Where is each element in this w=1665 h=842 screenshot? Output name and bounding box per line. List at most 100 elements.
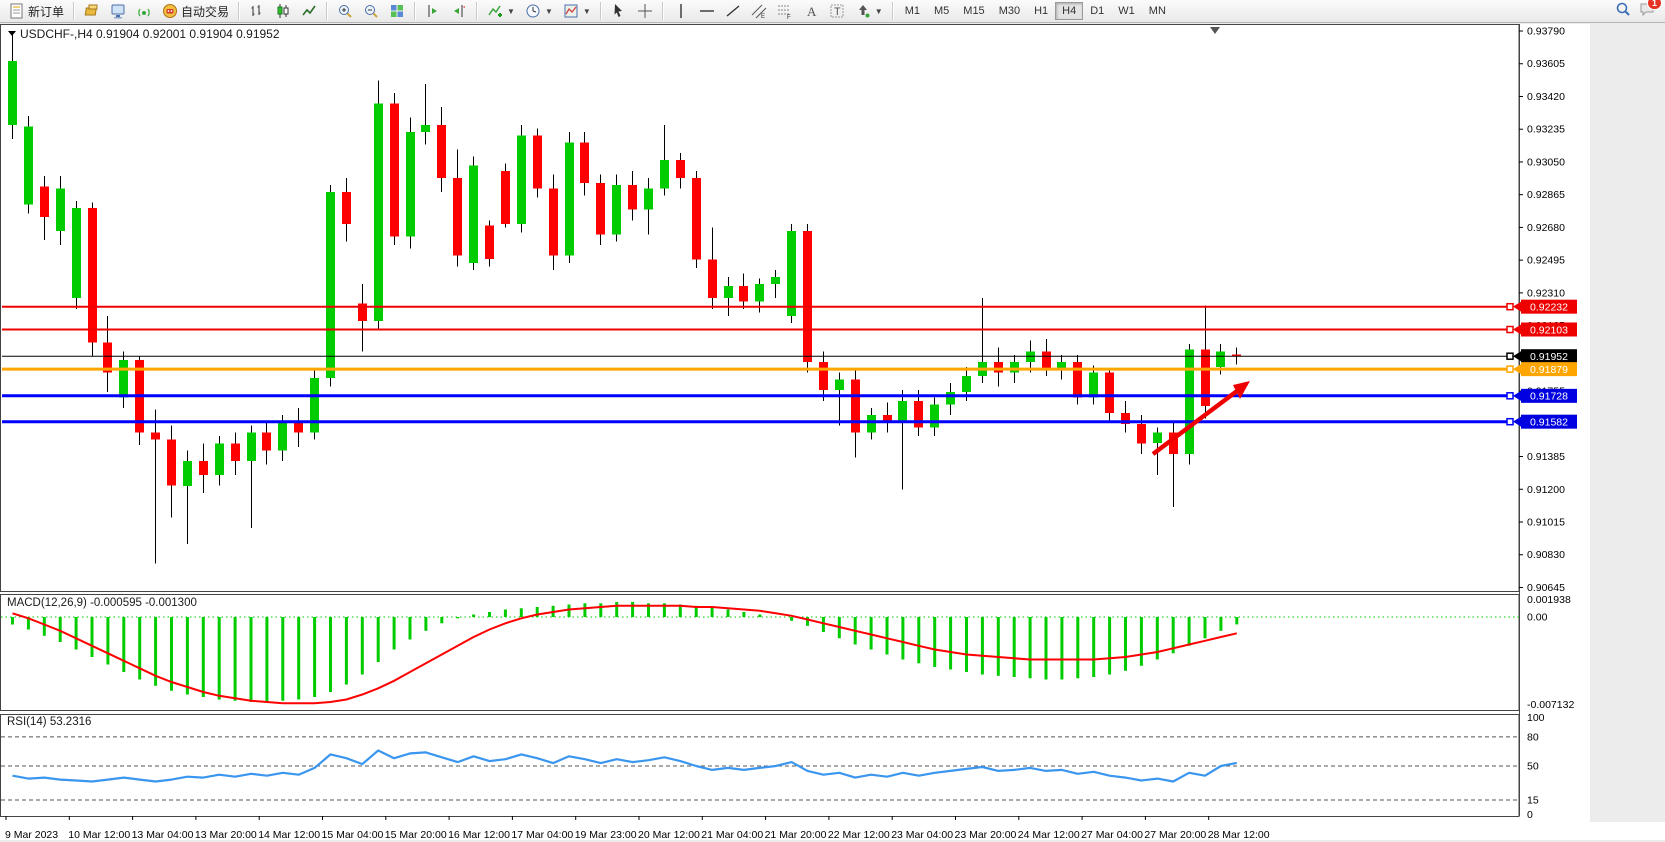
line-handle[interactable]: [1507, 419, 1513, 425]
tile-windows-button[interactable]: [384, 2, 410, 20]
zoomin-icon: [337, 3, 353, 19]
market-watch-button[interactable]: [79, 2, 105, 20]
timeframe-m1[interactable]: M1: [898, 2, 927, 20]
candle-body: [1153, 433, 1162, 444]
text-button[interactable]: A: [798, 2, 824, 20]
time-tick-label: 17 Mar 04:00: [511, 829, 573, 841]
candles-icon: [275, 3, 291, 19]
timeframe-m15[interactable]: M15: [956, 2, 991, 20]
timeframe-h4[interactable]: H4: [1055, 2, 1083, 20]
terminal-button[interactable]: [105, 2, 131, 20]
candle-body: [167, 440, 176, 486]
price-badge-label: 0.91879: [1530, 364, 1568, 376]
search-button[interactable]: [1615, 1, 1631, 22]
timeframe-mn[interactable]: MN: [1142, 2, 1173, 20]
toolbar-separator: [414, 2, 416, 20]
candle-body: [326, 192, 335, 378]
timeframe-m30[interactable]: M30: [992, 2, 1027, 20]
time-tick-label: 14 Mar 12:00: [258, 829, 320, 841]
fibonacci-button[interactable]: F: [772, 2, 798, 20]
candle-body: [962, 376, 971, 392]
line-handle[interactable]: [1507, 304, 1513, 310]
candle-body: [930, 404, 939, 427]
dropdown-caret-icon[interactable]: ▼: [875, 7, 883, 16]
price-badge-label: 0.91952: [1530, 351, 1568, 363]
dropdown-caret-icon[interactable]: ▼: [583, 7, 591, 16]
vertical-line-button[interactable]: [668, 2, 694, 20]
toolbar-group: ▼ ▼ ▼: [482, 0, 596, 22]
toolbar-group: [606, 0, 658, 22]
price-tick-label: 0.92680: [1527, 222, 1565, 234]
price-badge-label: 0.92232: [1530, 301, 1568, 313]
candle-body: [803, 231, 812, 362]
bar-chart-button[interactable]: [244, 2, 270, 20]
auto-trading-button-label: 自动交易: [181, 3, 229, 20]
zoomout-icon: [363, 3, 379, 19]
dropdown-caret-icon[interactable]: ▼: [545, 7, 553, 16]
time-tick-label: 13 Mar 20:00: [195, 829, 257, 841]
signals-button[interactable]: [131, 2, 157, 20]
chart-canvas[interactable]: 0.937900.936050.934200.932350.930500.928…: [0, 24, 1665, 842]
rsi-axis-label: 80: [1527, 731, 1539, 743]
templates-button[interactable]: ▼: [558, 2, 596, 20]
horizontal-line-button[interactable]: [694, 2, 720, 20]
linechart-icon: [301, 3, 317, 19]
candle-body: [1137, 424, 1146, 444]
toolbar-group: [332, 0, 410, 22]
candle-body: [628, 185, 637, 210]
candle-body: [787, 231, 796, 316]
candle-body: [56, 189, 65, 232]
timeframe-m5[interactable]: M5: [927, 2, 956, 20]
periods-button[interactable]: ▼: [520, 2, 558, 20]
toolbar-group: 新订单: [4, 0, 69, 22]
crosshair-button[interactable]: [632, 2, 658, 20]
timeframe-d1[interactable]: D1: [1083, 2, 1111, 20]
time-tick-label: 27 Mar 20:00: [1144, 829, 1206, 841]
notifications-button[interactable]: 1: [1639, 1, 1655, 22]
zoom-out-button[interactable]: [358, 2, 384, 20]
line-handle[interactable]: [1507, 366, 1513, 372]
dropdown-caret-icon[interactable]: ▼: [507, 7, 515, 16]
timeframe-w1[interactable]: W1: [1111, 2, 1142, 20]
auto-trading-button[interactable]: 自动交易: [157, 2, 234, 20]
trendline-button[interactable]: [720, 2, 746, 20]
toolbar-separator: [892, 2, 894, 20]
arrows-button[interactable]: ▼: [850, 2, 888, 20]
candle-body: [517, 135, 526, 224]
candle-body: [692, 178, 701, 259]
time-tick-label: 9 Mar 2023: [5, 829, 58, 841]
candlestick-chart-button[interactable]: [270, 2, 296, 20]
candle-body: [390, 104, 399, 237]
indicator-icon: [487, 3, 503, 19]
time-tick-label: 23 Mar 20:00: [955, 829, 1017, 841]
line-chart-button[interactable]: [296, 2, 322, 20]
candle-body: [755, 284, 764, 302]
zoom-in-button[interactable]: [332, 2, 358, 20]
new-order-button[interactable]: 新订单: [4, 2, 69, 20]
right-margin: [1590, 24, 1665, 842]
candle-body: [898, 401, 907, 422]
cursor-button[interactable]: [606, 2, 632, 20]
candle-body: [215, 443, 224, 475]
channel-icon: E: [751, 3, 767, 19]
chart-shift-button[interactable]: [446, 2, 472, 20]
trend-icon: [725, 3, 741, 19]
candle-body: [199, 461, 208, 475]
line-handle[interactable]: [1507, 327, 1513, 333]
indicators-button[interactable]: ▼: [482, 2, 520, 20]
line-handle[interactable]: [1507, 353, 1513, 359]
price-badge-label: 0.91728: [1530, 391, 1568, 403]
arrows-icon: [855, 3, 871, 19]
chevron-down-icon[interactable]: [8, 31, 16, 36]
line-handle[interactable]: [1507, 393, 1513, 399]
auto-scroll-button[interactable]: [420, 2, 446, 20]
timeframe-h1[interactable]: H1: [1027, 2, 1055, 20]
time-tick-label: 19 Mar 23:00: [575, 829, 637, 841]
text-label-button[interactable]: T: [824, 2, 850, 20]
main-toolbar: 新订单 自动交易 ▼ ▼ ▼ EFAT ▼ M1M5M15M30H1H4D1W1MN 1: [0, 0, 1665, 23]
toolbar-group: [244, 0, 322, 22]
rsi-axis-label: 100: [1527, 712, 1545, 724]
vline-icon: [673, 3, 689, 19]
price-tick-label: 0.91200: [1527, 484, 1565, 496]
equidistant-channel-button[interactable]: E: [746, 2, 772, 20]
